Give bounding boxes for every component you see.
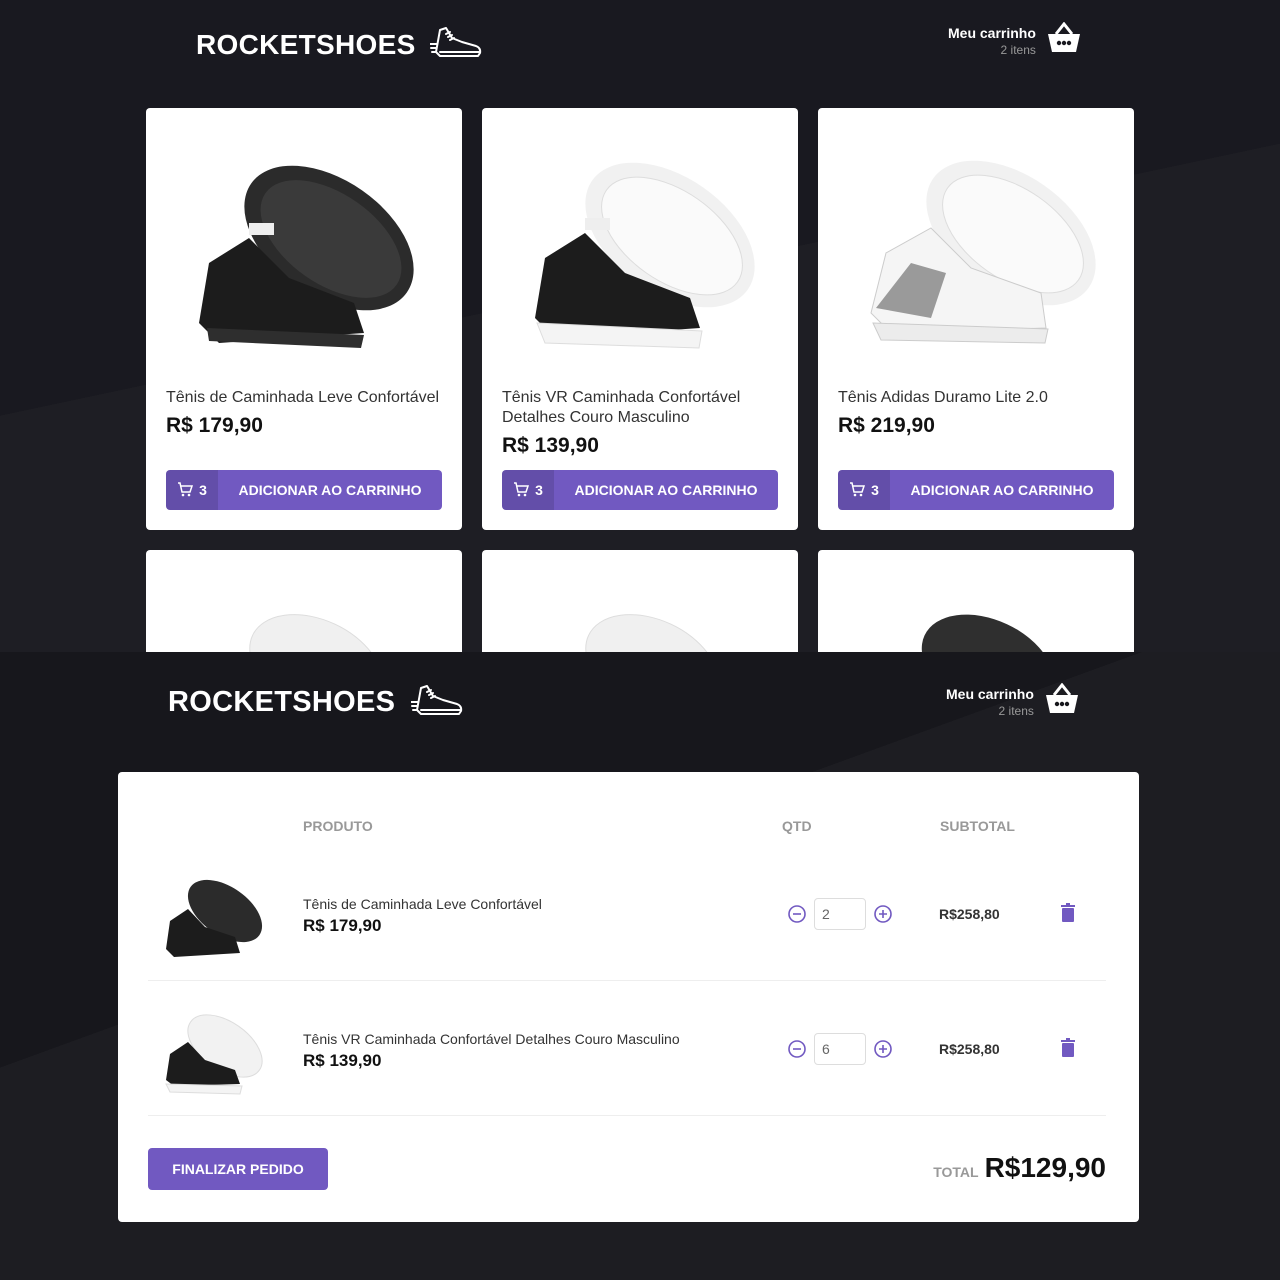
product-image bbox=[838, 128, 1114, 378]
product-card: Tênis Adidas Duramo Lite 2.0 R$ 219,90 3… bbox=[818, 108, 1134, 530]
add-to-cart-label: ADICIONAR AO CARRINHO bbox=[574, 482, 758, 498]
product-list-screen: ROCKETSHOES Meu carrinho 2 itens Tênis d… bbox=[0, 0, 1280, 652]
total: TOTAL R$129,90 bbox=[933, 1152, 1106, 1184]
cart-title: Meu carrinho bbox=[946, 685, 1034, 702]
trash-icon[interactable] bbox=[1060, 1038, 1076, 1063]
logo-text: ROCKETSHOES bbox=[196, 28, 416, 60]
total-value: R$129,90 bbox=[984, 1152, 1106, 1183]
product-card bbox=[818, 550, 1134, 652]
item-subtotal: R$258,80 bbox=[939, 1041, 1000, 1057]
quantity-input[interactable] bbox=[814, 898, 866, 930]
product-thumbnail bbox=[165, 1014, 263, 1095]
product-card bbox=[146, 550, 462, 652]
product-card: Tênis de Caminhada Leve Confortável R$ 1… bbox=[146, 108, 462, 530]
basket-icon bbox=[1044, 682, 1080, 720]
item-title: Tênis VR Caminhada Confortável Detalhes … bbox=[303, 1031, 680, 1047]
cart-quantity: 3 bbox=[199, 482, 207, 498]
finish-order-button[interactable]: FINALIZAR PEDIDO bbox=[148, 1148, 328, 1190]
cart-count: 2 itens bbox=[1000, 42, 1036, 57]
increment-icon[interactable] bbox=[872, 1038, 894, 1060]
header-cart[interactable]: Meu carrinho 2 itens bbox=[946, 682, 1080, 720]
decrement-icon[interactable] bbox=[786, 903, 808, 925]
header-product: PRODUTO bbox=[303, 818, 373, 834]
header-subtotal: SUBTOTAL bbox=[940, 818, 1015, 834]
logo-text: ROCKETSHOES bbox=[168, 686, 396, 718]
product-image bbox=[921, 614, 1055, 652]
cart-quantity: 3 bbox=[535, 482, 543, 498]
total-label: TOTAL bbox=[933, 1164, 979, 1180]
product-title: Tênis VR Caminhada Confortável Detalhes … bbox=[502, 389, 741, 426]
header-qty: QTD bbox=[782, 818, 812, 834]
product-image bbox=[585, 614, 719, 652]
cart-add-icon bbox=[177, 481, 194, 500]
cart-row: Tênis de Caminhada Leve Confortável R$ 1… bbox=[148, 846, 1106, 981]
product-card: Tênis VR Caminhada Confortável Detalhes … bbox=[482, 108, 798, 530]
cart-quantity: 3 bbox=[871, 482, 879, 498]
item-price: R$ 179,90 bbox=[303, 916, 382, 935]
decrement-icon[interactable] bbox=[786, 1038, 808, 1060]
add-to-cart-button[interactable]: 3 ADICIONAR AO CARRINHO bbox=[838, 470, 1114, 510]
cart-screen: ROCKETSHOES Meu carrinho 2 itens PRODUTO… bbox=[0, 652, 1280, 1280]
cart-count: 2 itens bbox=[998, 703, 1034, 718]
product-title: Tênis Adidas Duramo Lite 2.0 bbox=[838, 389, 1048, 406]
product-title: Tênis de Caminhada Leve Confortável bbox=[166, 389, 440, 406]
cart-row: Tênis VR Caminhada Confortável Detalhes … bbox=[148, 981, 1106, 1116]
sneaker-icon bbox=[410, 680, 465, 725]
product-image bbox=[502, 128, 778, 378]
logo[interactable]: ROCKETSHOES bbox=[168, 680, 465, 725]
cart-title: Meu carrinho bbox=[948, 24, 1036, 41]
add-to-cart-button[interactable]: 3 ADICIONAR AO CARRINHO bbox=[166, 470, 442, 510]
add-to-cart-button[interactable]: 3 ADICIONAR AO CARRINHO bbox=[502, 470, 778, 510]
product-price: R$ 219,90 bbox=[838, 414, 935, 437]
item-title: Tênis de Caminhada Leve Confortável bbox=[303, 896, 542, 912]
basket-icon bbox=[1046, 21, 1082, 59]
quantity-stepper bbox=[786, 1033, 894, 1065]
product-card bbox=[482, 550, 798, 652]
product-price: R$ 179,90 bbox=[166, 414, 263, 437]
quantity-stepper bbox=[786, 898, 894, 930]
item-subtotal: R$258,80 bbox=[939, 906, 1000, 922]
sneaker-icon bbox=[428, 22, 484, 67]
product-image bbox=[249, 614, 383, 652]
item-price: R$ 139,90 bbox=[303, 1051, 382, 1070]
logo[interactable]: ROCKETSHOES bbox=[196, 22, 484, 67]
cart-add-icon bbox=[849, 481, 866, 500]
increment-icon[interactable] bbox=[872, 903, 894, 925]
header-cart[interactable]: Meu carrinho 2 itens bbox=[948, 21, 1082, 59]
trash-icon[interactable] bbox=[1060, 903, 1076, 928]
quantity-input[interactable] bbox=[814, 1033, 866, 1065]
add-to-cart-label: ADICIONAR AO CARRINHO bbox=[238, 482, 422, 498]
cart-add-icon bbox=[513, 481, 530, 500]
product-price: R$ 139,90 bbox=[502, 434, 599, 457]
add-to-cart-label: ADICIONAR AO CARRINHO bbox=[910, 482, 1094, 498]
product-thumbnail bbox=[166, 879, 263, 957]
cart-table: PRODUTO QTD SUBTOTAL Tênis de Caminhada … bbox=[118, 772, 1139, 1222]
product-image bbox=[166, 128, 442, 378]
